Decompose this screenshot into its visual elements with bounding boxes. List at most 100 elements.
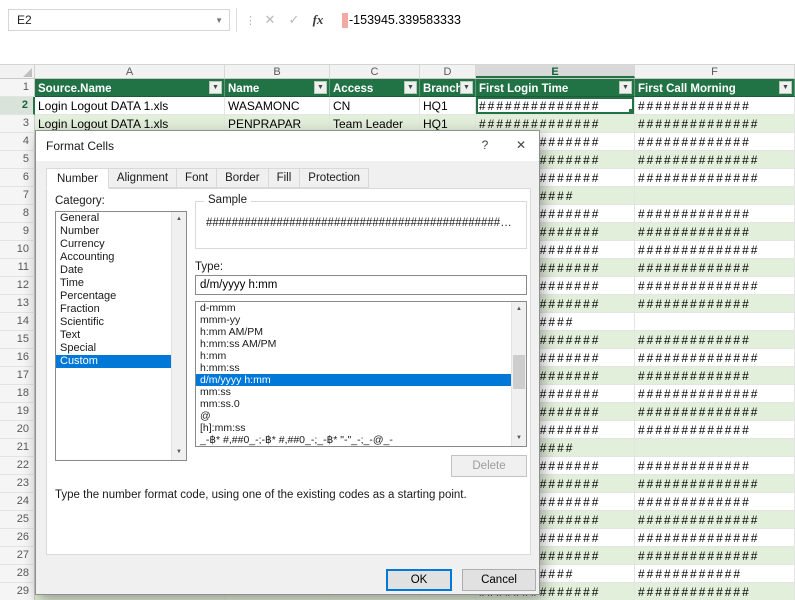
row-number[interactable]: 29 [0,583,35,600]
format-code-item[interactable]: d/m/yyyy h:mm [196,374,511,386]
tab-number[interactable]: Number [46,168,109,189]
dialog-close-icon[interactable]: ✕ [503,131,539,160]
column-header-A[interactable]: A [35,65,225,78]
tab-protection[interactable]: Protection [299,168,369,188]
tab-border[interactable]: Border [216,168,269,188]
cell-F3[interactable]: ############## [635,115,795,133]
cell-F23[interactable]: ############## [635,475,795,493]
column-header-C[interactable]: C [330,65,420,78]
cell-F28[interactable]: ############ [635,565,795,583]
cell-F19[interactable]: ############## [635,403,795,421]
category-item[interactable]: Number [56,225,171,238]
category-item[interactable]: Text [56,329,171,342]
column-header-B[interactable]: B [225,65,330,78]
row-number[interactable]: 26 [0,529,35,547]
category-scrollbar[interactable]: ▲ ▼ [171,212,186,460]
cell-C2[interactable]: CN [330,97,420,115]
category-item[interactable]: General [56,212,171,225]
row-number[interactable]: 20 [0,421,35,439]
format-code-item[interactable]: h:mm AM/PM [196,326,511,338]
cell-F29[interactable]: ############# [635,583,795,600]
cell-F6[interactable]: ############## [635,169,795,187]
cell-F7[interactable] [635,187,795,205]
cell-F22[interactable]: ############# [635,457,795,475]
category-item[interactable]: Special [56,342,171,355]
cell-F14[interactable] [635,313,795,331]
cell-F16[interactable]: ############## [635,349,795,367]
row-number[interactable]: 14 [0,313,35,331]
format-code-item[interactable]: mm:ss.0 [196,398,511,410]
cell-F17[interactable]: ############# [635,367,795,385]
cell-F13[interactable]: ############# [635,295,795,313]
cell-F4[interactable]: ############# [635,133,795,151]
cell-E2[interactable]: ############## [476,97,635,115]
row-number[interactable]: 1 [0,79,35,97]
filter-icon[interactable]: ▼ [619,81,632,94]
delete-button[interactable]: Delete [451,455,527,477]
cell-F12[interactable]: ############## [635,277,795,295]
row-number[interactable]: 16 [0,349,35,367]
cell-F10[interactable]: ############## [635,241,795,259]
name-box-dropdown-icon[interactable]: ▼ [215,16,223,25]
type-input[interactable] [195,275,527,295]
cell-A2[interactable]: Login Logout DATA 1.xls [35,97,225,115]
row-number[interactable]: 22 [0,457,35,475]
row-number[interactable]: 18 [0,385,35,403]
row-number[interactable]: 24 [0,493,35,511]
table-header-cell[interactable]: Access▼ [330,79,420,97]
dialog-titlebar[interactable]: Format Cells [36,131,539,161]
table-header-cell[interactable]: Name▼ [225,79,330,97]
ok-button[interactable]: OK [386,569,452,591]
row-number[interactable]: 17 [0,367,35,385]
table-header-cell[interactable]: First Login Time▼ [476,79,635,97]
tab-fill[interactable]: Fill [268,168,301,188]
format-code-item[interactable]: mmm-yy [196,314,511,326]
row-number[interactable]: 7 [0,187,35,205]
row-number[interactable]: 13 [0,295,35,313]
cell-F11[interactable]: ############# [635,259,795,277]
name-box[interactable]: E2 ▼ [8,9,230,31]
cell-F26[interactable]: ############## [635,529,795,547]
cell-F8[interactable]: ############# [635,205,795,223]
column-header-E[interactable]: E [476,65,635,78]
row-number[interactable]: 15 [0,331,35,349]
column-header-D[interactable]: D [420,65,476,78]
enter-entry-icon[interactable]: ✓ [282,8,306,32]
cancel-button[interactable]: Cancel [462,569,536,591]
table-header-cell[interactable]: Branch▼ [420,79,476,97]
format-code-item[interactable]: h:mm [196,350,511,362]
category-item[interactable]: Date [56,264,171,277]
cell-D2[interactable]: HQ1 [420,97,476,115]
row-number[interactable]: 10 [0,241,35,259]
row-number[interactable]: 23 [0,475,35,493]
category-item[interactable]: Percentage [56,290,171,303]
scroll-up-icon[interactable]: ▲ [172,212,186,227]
row-number[interactable]: 12 [0,277,35,295]
category-item[interactable]: Currency [56,238,171,251]
category-item[interactable]: Accounting [56,251,171,264]
cell-F15[interactable]: ############# [635,331,795,349]
filter-icon[interactable]: ▼ [314,81,327,94]
cell-F2[interactable]: ############# [635,97,795,115]
row-number[interactable]: 3 [0,115,35,133]
scroll-thumb[interactable] [513,355,525,389]
category-item[interactable]: Time [56,277,171,290]
select-all-corner[interactable] [0,65,35,78]
row-number[interactable]: 4 [0,133,35,151]
cell-F21[interactable] [635,439,795,457]
filter-icon[interactable]: ▼ [779,81,792,94]
row-number[interactable]: 27 [0,547,35,565]
category-item[interactable]: Custom [56,355,171,368]
row-number[interactable]: 2 [0,97,35,115]
filter-icon[interactable]: ▼ [209,81,222,94]
cell-F25[interactable]: ############## [635,511,795,529]
format-code-item[interactable]: h:mm:ss AM/PM [196,338,511,350]
insert-function-icon[interactable]: fx [306,8,330,32]
category-item[interactable]: Scientific [56,316,171,329]
cancel-entry-icon[interactable]: ✕ [258,8,282,32]
format-code-scrollbar[interactable]: ▲ ▼ [511,302,526,446]
column-header-F[interactable]: F [635,65,795,78]
table-header-cell[interactable]: First Call Morning▼ [635,79,795,97]
row-number[interactable]: 28 [0,565,35,583]
row-number[interactable]: 6 [0,169,35,187]
